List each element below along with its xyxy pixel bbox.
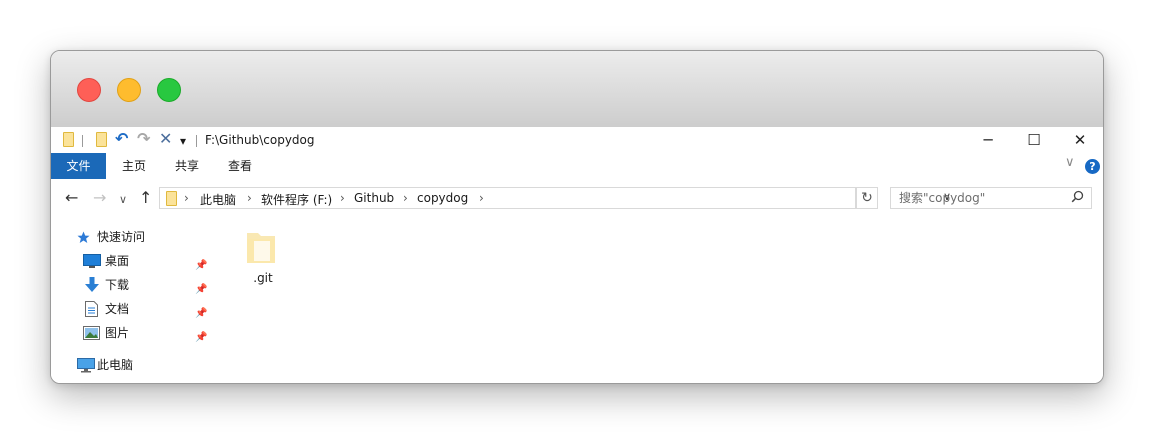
breadcrumb-drive[interactable]: 软件程序 (F:) — [261, 191, 332, 208]
explorer-title-bar: ↶ ↷ ✕ ▾ F:\Github\copydog ─ ☐ ✕ — [51, 127, 1103, 153]
file-name: .git — [253, 271, 273, 285]
sidebar-item-documents[interactable]: 文档 📌 — [83, 298, 211, 320]
minimize-traffic-light[interactable] — [117, 78, 141, 102]
zoom-traffic-light[interactable] — [157, 78, 181, 102]
sidebar-item-this-pc[interactable]: 此电脑 — [77, 354, 207, 376]
mac-title-bar — [51, 51, 1103, 128]
sidebar-item-downloads[interactable]: 下载 📌 — [83, 274, 211, 296]
sidebar-item-label: 下载 — [105, 278, 130, 292]
redo-icon[interactable]: ↷ — [137, 130, 150, 148]
window-title: F:\Github\copydog — [205, 133, 315, 147]
breadcrumb-copydog[interactable]: copydog — [417, 191, 468, 205]
breadcrumb-separator[interactable]: › — [403, 191, 408, 205]
tab-share[interactable]: 共享 — [164, 153, 210, 179]
sidebar-item-quick-access[interactable]: 快速访问 — [77, 226, 207, 248]
toolbar-divider — [82, 135, 83, 147]
tab-file[interactable]: 文件 — [51, 153, 106, 179]
document-icon — [85, 301, 98, 317]
refresh-icon[interactable]: ↻ — [856, 187, 878, 209]
tab-home[interactable]: 主页 — [111, 153, 157, 179]
help-icon[interactable]: ? — [1085, 159, 1100, 174]
close-traffic-light[interactable] — [77, 78, 101, 102]
computer-icon — [77, 358, 95, 373]
forward-icon[interactable]: → — [93, 189, 106, 207]
search-input[interactable] — [891, 188, 1075, 208]
undo-icon[interactable]: ↶ — [115, 130, 128, 148]
recent-locations-icon[interactable]: ∨ — [119, 191, 127, 209]
folder-icon — [247, 233, 275, 263]
delete-icon[interactable]: ✕ — [159, 130, 172, 148]
maximize-button[interactable]: ☐ — [1011, 127, 1057, 153]
search-icon — [1071, 190, 1084, 207]
breadcrumb-separator[interactable]: › — [184, 191, 189, 205]
breadcrumb-separator[interactable]: › — [247, 191, 252, 205]
up-icon[interactable]: ↑ — [139, 189, 152, 207]
star-icon — [77, 231, 90, 243]
customize-toolbar-icon[interactable]: ▾ — [180, 132, 186, 150]
breadcrumb-this-pc[interactable]: 此电脑 — [200, 191, 236, 208]
sidebar-item-pictures[interactable]: 图片 📌 — [83, 322, 211, 344]
file-list: .git — [211, 219, 1103, 383]
back-icon[interactable]: ← — [65, 189, 78, 207]
search-box[interactable] — [890, 187, 1092, 209]
sidebar-item-label: 图片 — [105, 326, 130, 340]
download-icon — [85, 277, 99, 292]
close-button[interactable]: ✕ — [1057, 127, 1103, 153]
address-bar[interactable]: › 此电脑 › 软件程序 (F:) › Github › copydog › ∨ — [159, 187, 951, 209]
desktop-icon — [83, 254, 101, 268]
sidebar-item-label: 桌面 — [105, 254, 130, 268]
explorer-window: ↶ ↷ ✕ ▾ F:\Github\copydog ─ ☐ ✕ 文件 主页 共享… — [50, 50, 1104, 384]
expand-ribbon-icon[interactable]: ∨ — [1065, 155, 1075, 170]
ribbon-tabs: 文件 主页 共享 查看 ∨ ? — [51, 153, 1103, 180]
sidebar-item-label: 此电脑 — [97, 358, 134, 372]
sidebar-item-label: 快速访问 — [97, 230, 146, 244]
properties-folder-icon[interactable] — [96, 132, 107, 147]
pin-icon[interactable]: 📌 — [195, 327, 207, 349]
picture-icon — [83, 326, 100, 340]
folder-icon — [63, 132, 74, 147]
minimize-button[interactable]: ─ — [965, 127, 1011, 153]
sidebar-item-desktop[interactable]: 桌面 📌 — [83, 250, 211, 272]
breadcrumb-github[interactable]: Github — [354, 191, 394, 205]
file-item-git[interactable]: .git — [239, 225, 287, 289]
sidebar-item-label: 文档 — [105, 302, 130, 316]
breadcrumb-separator[interactable]: › — [340, 191, 345, 205]
toolbar-divider — [196, 135, 197, 147]
navigation-bar: ← → ∨ ↑ › 此电脑 › 软件程序 (F:) › Github › cop… — [51, 179, 1103, 219]
tab-view[interactable]: 查看 — [217, 153, 263, 179]
breadcrumb-separator[interactable]: › — [479, 191, 484, 205]
folder-icon — [166, 191, 177, 206]
navigation-pane: 快速访问 桌面 📌 下载 📌 文档 📌 图片 📌 此电脑 — [51, 219, 212, 383]
